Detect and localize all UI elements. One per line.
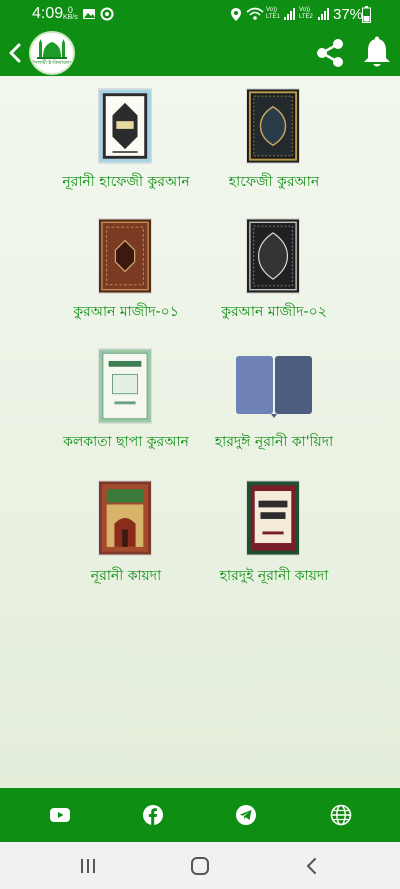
notification-button[interactable] xyxy=(360,35,394,71)
gallery-notification-icon xyxy=(83,9,95,19)
logo-text: ইসলামী ই-কিতাবলয় xyxy=(31,60,73,66)
book-grid: নূরানী হাফেজী কুরআন হাফেজী কুরআন কুরআন ম… xyxy=(0,76,400,788)
facebook-button[interactable] xyxy=(141,803,165,827)
system-back-button[interactable] xyxy=(300,854,324,878)
book-item[interactable]: কুরআন মাজীদ-০২ xyxy=(184,218,364,338)
back-button[interactable] xyxy=(4,39,26,67)
book-cover-image xyxy=(98,348,152,424)
youtube-icon xyxy=(50,808,70,822)
home-button[interactable] xyxy=(188,854,212,878)
book-item[interactable]: হারদুই নূরানী কায়দা xyxy=(184,480,364,600)
bell-icon xyxy=(364,36,390,67)
book-title: হারদুই নূরানী কায়দা xyxy=(219,568,329,584)
book-cover-image xyxy=(246,88,300,164)
battery-percent: 37% xyxy=(333,6,364,23)
location-icon xyxy=(231,8,241,21)
sim1-volte: Vo)) xyxy=(266,7,278,13)
book-cover-image xyxy=(98,218,152,294)
book-cover-image xyxy=(98,480,152,556)
facebook-icon xyxy=(143,805,163,825)
sim2-lte: LTE2 xyxy=(299,14,313,20)
home-icon xyxy=(191,857,209,875)
app-logo: ইসলামী ই-কিতাবলয় xyxy=(29,31,75,75)
recents-button[interactable] xyxy=(76,854,100,878)
network-speed: 0 KB/s xyxy=(63,6,78,22)
sim1-network: Vo)) LTE1 xyxy=(266,7,280,21)
website-button[interactable] xyxy=(329,803,353,827)
book-item[interactable]: হারদুঈ নূরানী কা'য়িদা xyxy=(184,348,364,468)
open-book-placeholder-icon xyxy=(236,356,312,418)
system-navigation-bar xyxy=(0,842,400,889)
network-speed-value: 0 xyxy=(67,5,73,15)
app-bar: ইসলামী ই-কিতাবলয় xyxy=(0,30,400,76)
signal-sim1-icon xyxy=(284,8,295,20)
social-bar xyxy=(0,788,400,842)
telegram-icon xyxy=(236,805,256,825)
sync-notification-icon xyxy=(100,7,114,21)
book-title: হাফেজী কুরআন xyxy=(228,174,320,190)
sim1-lte: LTE1 xyxy=(266,14,280,20)
book-title: কুরআন মাজীদ-০২ xyxy=(221,304,327,320)
battery-icon xyxy=(362,6,371,23)
sim2-volte: Vo)) xyxy=(299,7,311,13)
book-cover-image xyxy=(246,480,300,556)
globe-icon xyxy=(330,804,352,826)
book-item[interactable]: হাফেজী কুরআন xyxy=(184,88,364,208)
book-cover-image xyxy=(98,88,152,164)
share-icon xyxy=(317,39,343,67)
telegram-button[interactable] xyxy=(234,803,258,827)
share-button[interactable] xyxy=(312,35,348,71)
youtube-button[interactable] xyxy=(48,803,72,827)
back-arrow-icon xyxy=(307,858,316,874)
status-time: 4:09 xyxy=(32,5,64,22)
wifi-icon xyxy=(246,7,264,20)
signal-sim2-icon xyxy=(318,8,329,20)
chevron-left-icon xyxy=(9,43,21,63)
sim2-network: Vo)) LTE2 xyxy=(299,7,313,21)
book-title: হারদুঈ নূরানী কা'য়িদা xyxy=(214,434,334,450)
status-bar: 4:09 0 KB/s Vo)) LTE1 Vo)) LTE2 37% xyxy=(0,0,400,30)
book-cover-image xyxy=(246,218,300,294)
network-speed-unit: KB/s xyxy=(63,14,78,21)
recents-icon xyxy=(81,859,95,873)
